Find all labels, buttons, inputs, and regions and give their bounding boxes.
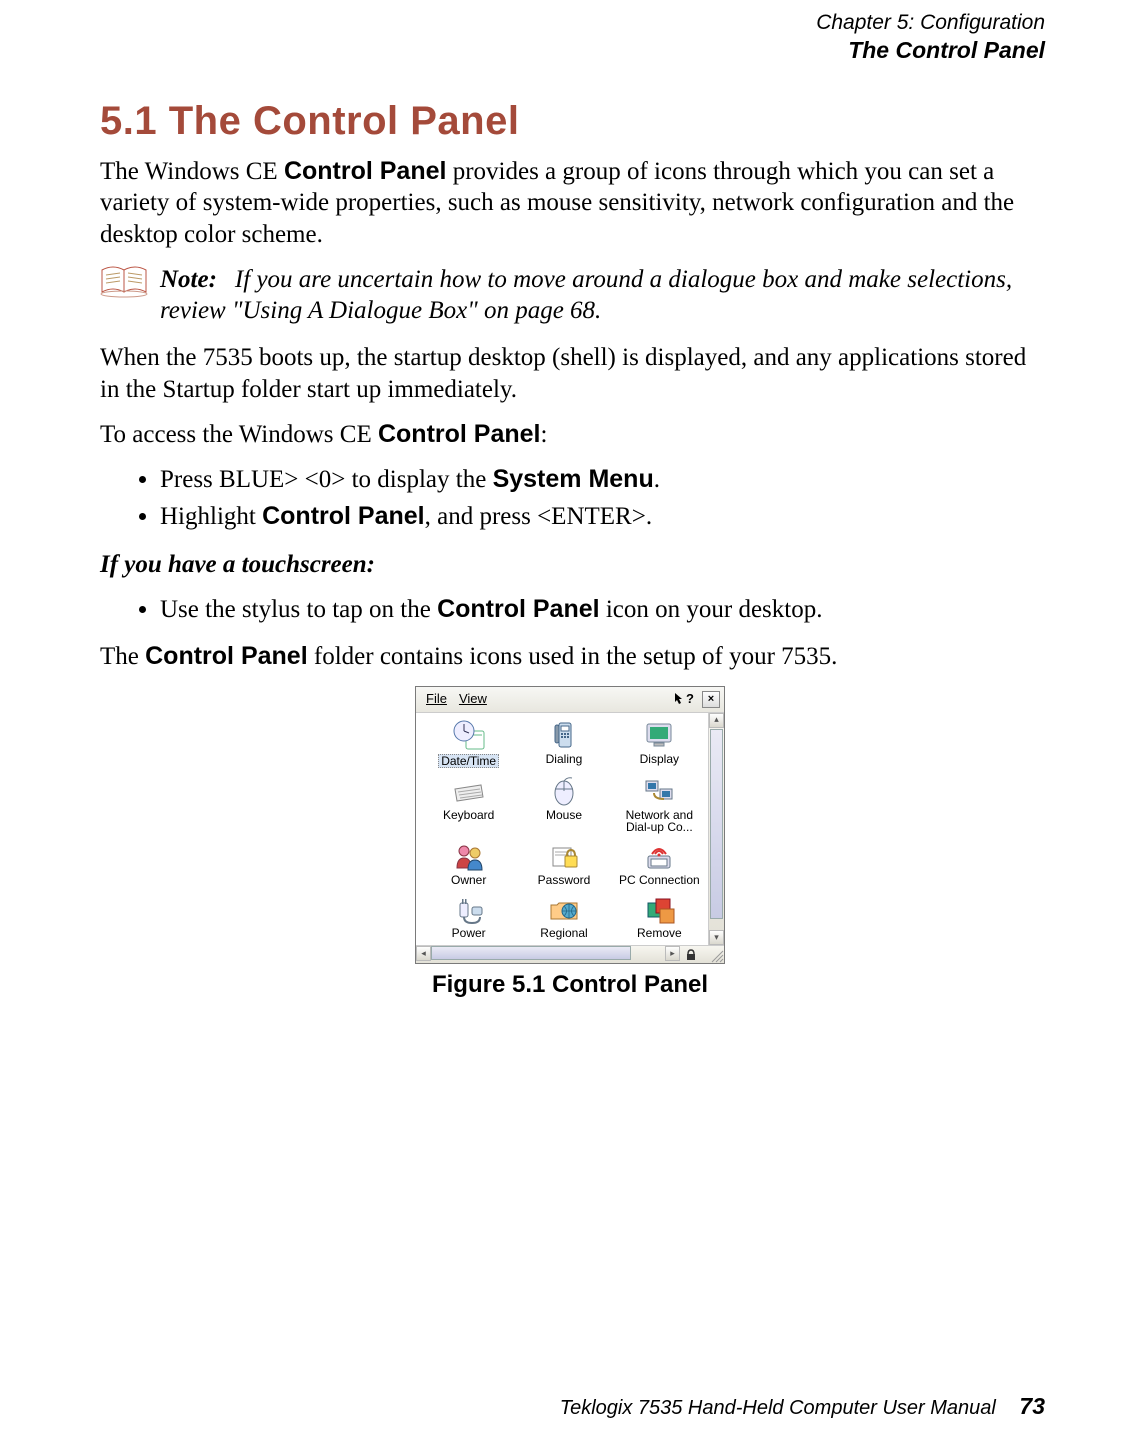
item-dialing[interactable]: Dialing xyxy=(517,719,610,769)
item-power[interactable]: Power xyxy=(422,893,515,940)
section-label: The Control Panel xyxy=(816,36,1045,65)
icon-label: Date/Time xyxy=(438,754,499,769)
text: : xyxy=(541,421,548,448)
network-icon xyxy=(642,775,676,807)
main-content: 5.1 The Control Panel The Windows CE Con… xyxy=(100,90,1040,1000)
owner-icon xyxy=(452,840,486,872)
phone-icon xyxy=(547,719,581,751)
menu-file[interactable]: File xyxy=(420,689,453,709)
list-item: Press BLUE> <0> to display the System Me… xyxy=(160,464,1040,495)
item-password[interactable]: Password xyxy=(517,840,610,887)
running-footer: Teklogix 7535 Hand-Held Computer User Ma… xyxy=(560,1392,1045,1421)
resize-grip-icon[interactable] xyxy=(702,946,724,963)
cursor-arrow-icon xyxy=(674,692,684,706)
running-header: Chapter 5: Configuration The Control Pan… xyxy=(816,10,1045,65)
item-regional[interactable]: Regional xyxy=(517,893,610,940)
book-icon xyxy=(100,264,160,308)
scroll-down-arrow-icon[interactable]: ▾ xyxy=(709,930,724,945)
note-block: Note:If you are uncertain how to move ar… xyxy=(100,264,1040,327)
paragraph-access: To access the Windows CE Control Panel: xyxy=(100,419,1040,450)
scroll-up-arrow-icon[interactable]: ▴ xyxy=(709,713,724,728)
item-mouse[interactable]: Mouse xyxy=(517,775,610,834)
figure-caption: Figure 5.1 Control Panel xyxy=(100,970,1040,1000)
text: folder contains icons used in the setup … xyxy=(308,643,838,670)
term-control-panel: Control Panel xyxy=(437,595,600,623)
item-pc-connection[interactable]: PC Connection xyxy=(613,840,706,887)
item-keyboard[interactable]: Keyboard xyxy=(422,775,515,834)
subheading-touchscreen: If you have a touchscreen: xyxy=(100,549,1040,580)
text: icon on your desktop. xyxy=(600,596,823,623)
globe-folder-icon xyxy=(547,893,581,925)
pc-connection-icon xyxy=(642,840,676,872)
scroll-thumb[interactable] xyxy=(431,946,631,960)
text: Use the stylus to tap on the xyxy=(160,596,437,623)
chapter-label: Chapter 5: Configuration xyxy=(816,10,1045,36)
paragraph-intro: The Windows CE Control Panel provides a … xyxy=(100,156,1040,250)
scroll-thumb[interactable] xyxy=(710,729,723,919)
icon-grid: Date/Time Dialing Display xyxy=(416,713,708,946)
icon-label: Owner xyxy=(422,874,515,887)
icon-label: Regional xyxy=(517,927,610,940)
icon-label: Network and Dial-up Co... xyxy=(613,809,706,834)
list-item: Highlight Control Panel, and press <ENTE… xyxy=(160,501,1040,532)
page-number: 73 xyxy=(1019,1393,1045,1419)
list-item: Use the stylus to tap on the Control Pan… xyxy=(160,594,1040,625)
icon-label: Dialing xyxy=(517,753,610,766)
item-remove[interactable]: Remove xyxy=(613,893,706,940)
keyboard-icon xyxy=(452,775,486,807)
text: To access the Windows CE xyxy=(100,421,378,448)
term-control-panel: Control Panel xyxy=(145,642,308,670)
menu-view[interactable]: View xyxy=(453,689,493,709)
password-lock-icon xyxy=(547,840,581,872)
text: , and press <ENTER>. xyxy=(425,503,652,530)
paragraph-folder: The Control Panel folder contains icons … xyxy=(100,641,1040,672)
lock-icon xyxy=(680,946,702,963)
icon-label: Keyboard xyxy=(422,809,515,822)
item-display[interactable]: Display xyxy=(613,719,706,769)
scroll-left-arrow-icon[interactable]: ◂ xyxy=(416,946,431,961)
monitor-icon xyxy=(642,719,676,751)
text: Highlight xyxy=(160,503,262,530)
clock-calendar-icon xyxy=(452,719,486,751)
icon-label: Mouse xyxy=(517,809,610,822)
item-network[interactable]: Network and Dial-up Co... xyxy=(613,775,706,834)
close-button[interactable]: × xyxy=(702,691,720,708)
icon-label: Remove xyxy=(613,927,706,940)
remove-programs-icon xyxy=(642,893,676,925)
scroll-track[interactable] xyxy=(431,946,665,963)
term-control-panel: Control Panel xyxy=(378,420,541,448)
icon-label: Password xyxy=(517,874,610,887)
paragraph-boot: When the 7535 boots up, the startup desk… xyxy=(100,342,1040,405)
scroll-right-arrow-icon[interactable]: ▸ xyxy=(665,946,680,961)
vertical-scrollbar[interactable]: ▴ ▾ xyxy=(708,713,724,946)
icon-label: PC Connection xyxy=(613,874,706,887)
footer-text: Teklogix 7535 Hand-Held Computer User Ma… xyxy=(560,1397,996,1419)
term-control-panel: Control Panel xyxy=(284,157,447,185)
term-system-menu: System Menu xyxy=(493,465,654,493)
figure: File View ? × Date/Time xyxy=(100,686,1040,1000)
power-plug-icon xyxy=(452,893,486,925)
horizontal-scrollbar: ◂ ▸ xyxy=(416,945,724,963)
term-control-panel: Control Panel xyxy=(262,502,425,530)
icon-label: Power xyxy=(422,927,515,940)
item-owner[interactable]: Owner xyxy=(422,840,515,887)
note-label: Note: xyxy=(160,266,235,293)
note-text: If you are uncertain how to move around … xyxy=(160,266,1012,324)
item-date-time[interactable]: Date/Time xyxy=(422,719,515,769)
bullet-list-touch: Use the stylus to tap on the Control Pan… xyxy=(130,594,1040,625)
text: . xyxy=(654,466,660,493)
text: The xyxy=(100,643,145,670)
note-body: Note:If you are uncertain how to move ar… xyxy=(160,264,1040,327)
bullet-list-access: Press BLUE> <0> to display the System Me… xyxy=(130,464,1040,533)
control-panel-window: File View ? × Date/Time xyxy=(415,686,725,964)
menubar: File View ? × xyxy=(416,687,724,712)
text: Press BLUE> <0> to display the xyxy=(160,466,493,493)
window-body: Date/Time Dialing Display xyxy=(416,713,724,946)
help-label: ? xyxy=(686,691,694,707)
icon-label: Display xyxy=(613,753,706,766)
mouse-icon xyxy=(547,775,581,807)
section-heading: 5.1 The Control Panel xyxy=(100,90,1040,146)
help-button[interactable]: ? xyxy=(674,691,698,707)
text: The Windows CE xyxy=(100,158,284,185)
